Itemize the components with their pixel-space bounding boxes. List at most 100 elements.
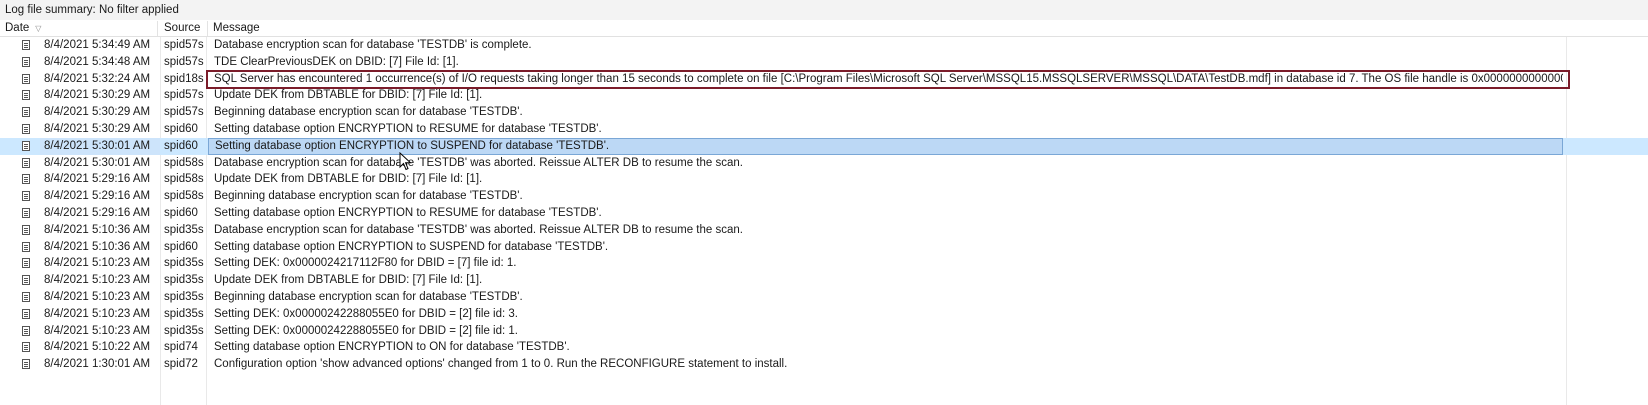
message-cell: Setting DEK: 0x00000242288055E0 for DBID… [214,307,518,320]
date-cell: 8/4/2021 5:34:49 AM [44,39,151,51]
log-entry-icon [22,308,30,319]
message-cell: Update DEK from DBTABLE for DBID: [7] Fi… [214,173,483,186]
log-entry-icon [22,208,30,218]
message-cell: Database encryption scan for database 'T… [214,39,532,51]
date-cell: 8/4/2021 5:34:48 AM [44,55,151,68]
source-cell: spid57s [164,55,204,68]
source-cell: spid74 [164,341,198,354]
table-row[interactable]: 8/4/2021 5:32:24 AM spid18s SQL Server has… [0,71,1648,88]
source-cell: spid58s [164,156,204,169]
source-cell: spid58s [164,173,204,186]
log-entry-icon [22,124,30,134]
log-entry-icon [22,157,30,168]
source-cell: spid35s [164,291,204,303]
date-cell: 8/4/2021 5:29:16 AM [44,190,151,203]
date-cell: 8/4/2021 5:10:36 AM [44,223,151,236]
log-entry-icon [22,191,30,202]
message-header-label: Message [213,22,260,34]
log-entries-list: 8/4/2021 5:34:49 AM spid57s Database encry… [0,37,1648,405]
table-row[interactable]: 8/4/2021 5:29:16 AM spid58s Beginning data… [0,188,1648,205]
message-cell: SQL Server has encountered 1 occurrence(… [214,72,1563,85]
table-row[interactable]: 8/4/2021 5:30:01 AM spid58s Database encry… [0,155,1648,172]
message-cell: Configuration option 'show advanced opti… [214,358,788,371]
message-cell: Update DEK from DBTABLE for DBID: [7] Fi… [214,89,483,102]
log-entry-icon [22,258,30,269]
date-cell: 8/4/2021 5:10:23 AM [44,324,151,337]
log-entry-icon [22,90,30,101]
date-cell: 8/4/2021 5:10:22 AM [44,341,151,354]
log-entry-icon [22,224,30,235]
message-cell: Setting database option ENCRYPTION to ON… [214,341,570,354]
log-entry-icon [22,342,30,353]
log-entry-icon [22,325,30,336]
message-cell: TDE ClearPreviousDEK on DBID: [7] File I… [214,55,459,68]
source-cell: spid58s [164,190,204,203]
source-cell: spid35s [164,274,204,287]
date-header-label: Date [5,22,30,34]
table-row[interactable]: 8/4/2021 5:10:23 AM spid35s Update DEK fro… [0,272,1648,289]
log-entry-icon [22,73,30,84]
column-header-source[interactable]: Source [164,20,204,36]
source-cell: spid35s [164,324,204,337]
log-entry-icon [22,359,30,370]
log-entry-icon [22,107,30,118]
source-cell: spid72 [164,358,198,371]
log-entry-icon [22,241,30,252]
date-cell: 8/4/2021 5:10:23 AM [44,257,151,270]
log-entry-icon [22,275,30,286]
table-row[interactable]: 8/4/2021 5:10:23 AM spid35s Setting DEK: 0… [0,306,1648,323]
message-cell: Update DEK from DBTABLE for DBID: [7] Fi… [214,274,483,287]
column-header-date[interactable]: Date ▽ [5,20,155,36]
column-divider[interactable] [157,21,158,36]
source-cell: spid57s [164,106,204,119]
message-cell: Setting DEK: 0x0000024217112F80 for DBID… [214,257,517,270]
table-row[interactable]: 8/4/2021 5:10:23 AM spid35s Setting DEK: 0… [0,323,1648,340]
source-cell: spid60 [164,207,198,219]
date-cell: 8/4/2021 5:29:16 AM [44,173,151,186]
table-row[interactable]: 8/4/2021 5:30:01 AM spid60 Setting databas… [0,137,1648,155]
source-cell: spid18s [164,72,204,85]
table-row[interactable]: 8/4/2021 5:30:29 AM spid60 Setting databas… [0,121,1648,138]
date-cell: 8/4/2021 5:30:29 AM [44,89,151,102]
table-row[interactable]: 8/4/2021 5:10:23 AM spid35s Beginning data… [0,289,1648,306]
date-cell: 8/4/2021 5:30:29 AM [44,123,151,135]
table-row[interactable]: 8/4/2021 5:10:23 AM spid35s Setting DEK: 0… [0,255,1648,272]
log-entry-icon [22,174,30,185]
message-cell: Setting database option ENCRYPTION to RE… [214,207,602,219]
source-cell: spid35s [164,307,204,320]
message-cell: Beginning database encryption scan for d… [214,190,523,203]
date-cell: 8/4/2021 5:10:23 AM [44,307,151,320]
table-row[interactable]: 8/4/2021 5:30:29 AM spid57s Update DEK fro… [0,87,1648,104]
source-cell: spid60 [164,139,198,152]
log-entry-icon [22,40,30,50]
table-row[interactable]: 8/4/2021 5:10:36 AM spid35s Database encry… [0,222,1648,239]
mouse-cursor-icon [399,152,412,171]
log-entry-icon [22,56,30,67]
table-row[interactable]: 8/4/2021 5:30:29 AM spid57s Beginning data… [0,104,1648,121]
source-cell: spid35s [164,257,204,270]
date-cell: 8/4/2021 5:30:01 AM [44,156,151,169]
message-cell: Beginning database encryption scan for d… [214,291,523,303]
table-row[interactable]: 8/4/2021 5:10:36 AM spid60 Setting databas… [0,239,1648,256]
column-header-message[interactable]: Message [213,20,513,36]
log-entry-icon [22,140,30,151]
summary-text: Log file summary: No filter applied [5,4,179,16]
column-divider[interactable] [207,21,208,36]
table-row[interactable]: 8/4/2021 5:29:16 AM spid58s Update DEK fro… [0,171,1648,188]
log-file-summary: Log file summary: No filter applied [0,0,1648,20]
source-cell: spid60 [164,123,198,135]
table-row[interactable]: 8/4/2021 5:34:49 AM spid57s Database encry… [0,37,1648,54]
date-cell: 8/4/2021 5:10:23 AM [44,274,151,287]
date-cell: 8/4/2021 5:32:24 AM [44,72,151,85]
source-cell: spid60 [164,240,198,253]
message-cell: Database encryption scan for database 'T… [214,223,743,236]
message-cell: Setting DEK: 0x00000242288055E0 for DBID… [214,324,518,337]
log-entry-icon [22,292,30,302]
table-row[interactable]: 8/4/2021 5:10:22 AM spid74 Setting databas… [0,339,1648,356]
message-cell: Beginning database encryption scan for d… [214,106,523,119]
column-header: Date ▽ Source Message [0,20,1648,37]
table-row[interactable]: 8/4/2021 5:34:48 AM spid57s TDE ClearPrevi… [0,54,1648,71]
date-cell: 8/4/2021 5:29:16 AM [44,207,151,219]
table-row[interactable]: 8/4/2021 5:29:16 AM spid60 Setting databas… [0,205,1648,222]
table-row[interactable]: 8/4/2021 1:30:01 AM spid72 Configuration o… [0,356,1648,373]
